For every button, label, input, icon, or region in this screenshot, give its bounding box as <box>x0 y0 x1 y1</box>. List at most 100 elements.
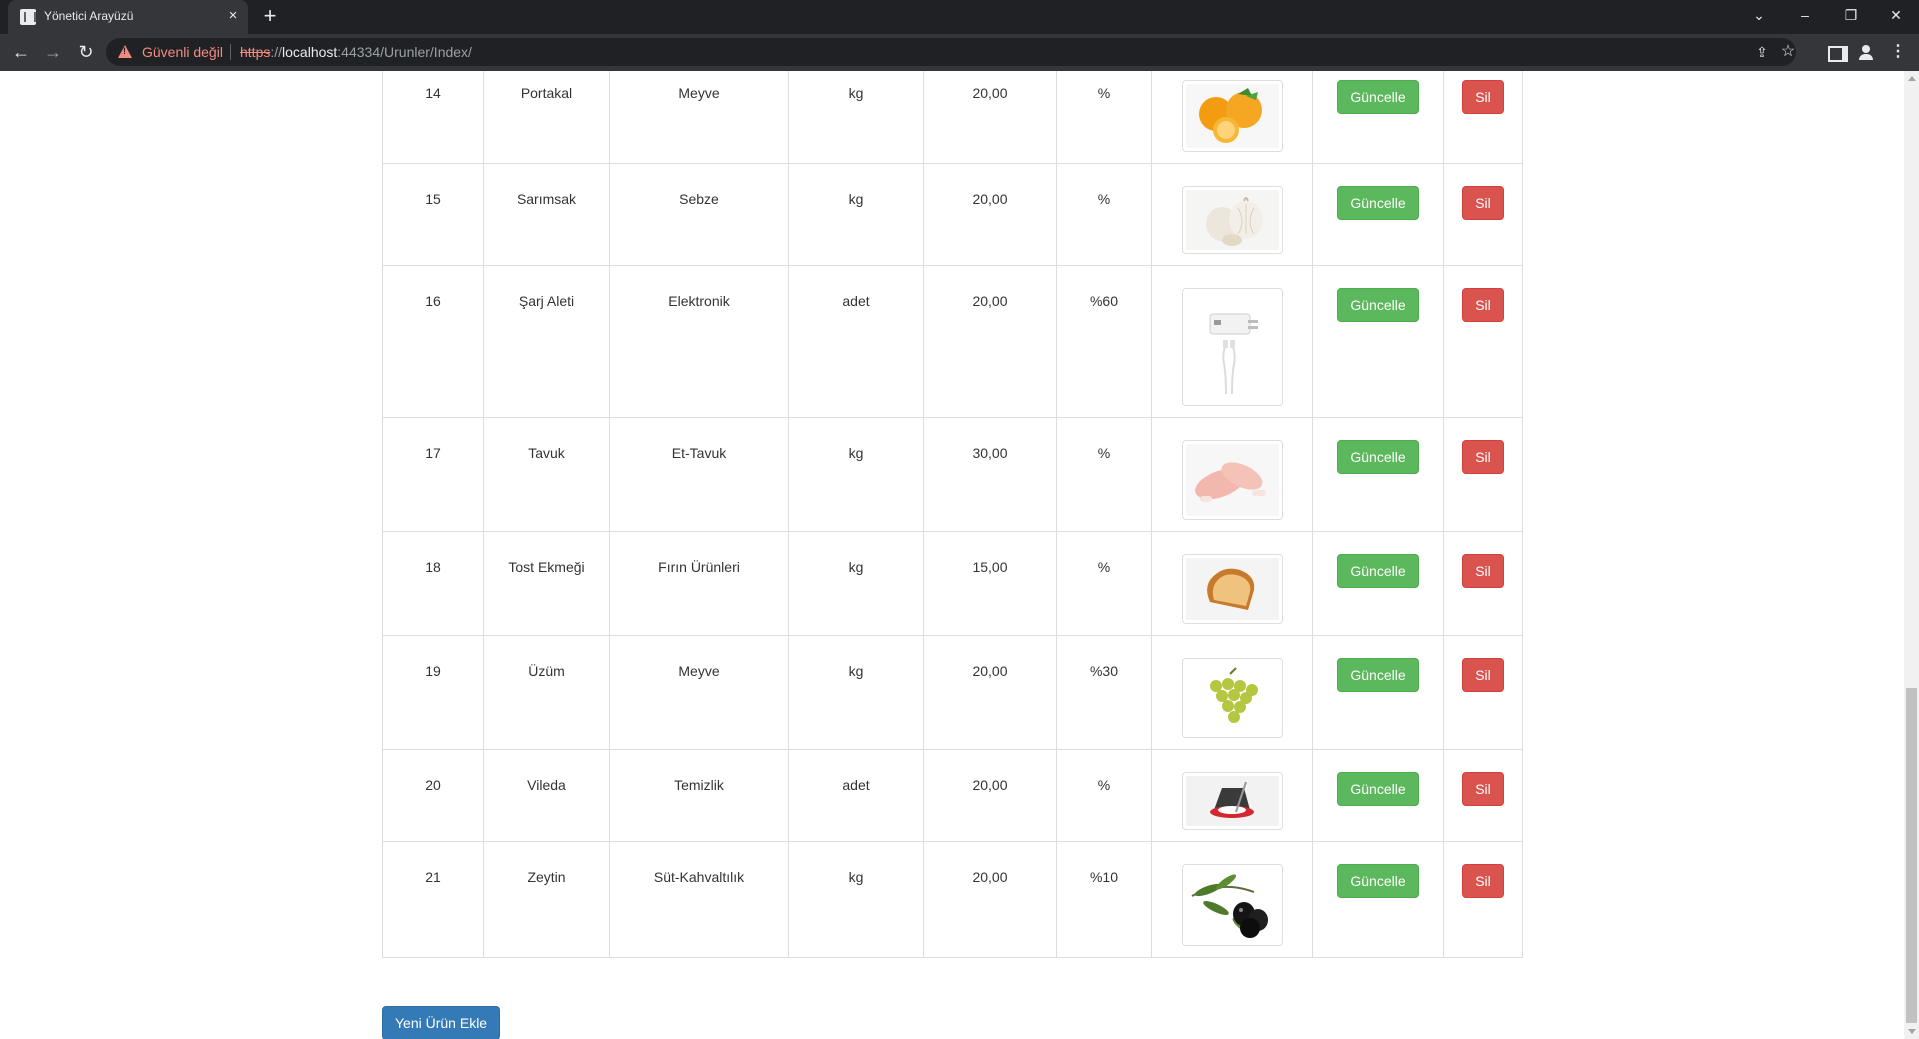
update-button[interactable]: Güncelle <box>1337 440 1419 474</box>
update-button[interactable]: Güncelle <box>1337 288 1419 322</box>
table-row: 21 Zeytin Süt-Kahvaltılık kg 20,00 %10 Güncell… <box>382 841 1523 958</box>
new-tab-icon[interactable]: + <box>258 4 282 28</box>
table-row: 15 Sarımsak Sebze kg 20,00% Güncelle Sil <box>382 163 1523 266</box>
delete-cell: Sil <box>1443 71 1523 164</box>
security-status[interactable]: Güvenli değil <box>142 44 223 60</box>
product-thumbnail <box>1181 288 1283 406</box>
vertical-scrollbar[interactable] <box>1904 71 1919 1039</box>
product-price-cell: 20,00 <box>923 635 1057 750</box>
tab-title: Yönetici Arayüzü <box>44 9 134 23</box>
url-text[interactable]: https://localhost:44334/Urunler/Index/ <box>240 44 472 60</box>
product-unit-cell: adet <box>788 265 924 418</box>
product-id-cell: 14 <box>382 71 484 164</box>
window-restore-icon[interactable]: ❐ <box>1828 0 1874 30</box>
update-button[interactable]: Güncelle <box>1337 186 1419 220</box>
delete-button[interactable]: Sil <box>1462 864 1504 898</box>
forward-arrow-icon[interactable]: → <box>41 40 65 64</box>
product-unit-cell: kg <box>788 531 924 636</box>
window-minimize-icon[interactable]: – <box>1782 0 1828 30</box>
product-category-cell: Süt-Kahvaltılık <box>609 841 789 958</box>
update-cell: Güncelle <box>1312 265 1444 418</box>
update-cell: Güncelle <box>1312 635 1444 750</box>
product-discount-cell: %30 <box>1056 635 1152 750</box>
table-row: 18 Tost Ekmeği Fırın Ürünleri kg 15,00% Günce… <box>382 531 1523 636</box>
product-unit-cell: kg <box>788 841 924 958</box>
product-discount-cell: %60 <box>1056 265 1152 418</box>
update-cell: Güncelle <box>1312 71 1444 164</box>
product-category-cell: Fırın Ürünleri <box>609 531 789 636</box>
update-cell: Güncelle <box>1312 417 1444 532</box>
product-thumbnail <box>1181 440 1283 520</box>
bookmark-star-icon[interactable]: ☆ <box>1778 42 1798 62</box>
product-discount-cell: % <box>1056 749 1152 842</box>
delete-button[interactable]: Sil <box>1462 658 1504 692</box>
update-button[interactable]: Güncelle <box>1337 554 1419 588</box>
product-name-cell: Şarj Aleti <box>483 265 610 418</box>
scroll-up-arrow-icon[interactable] <box>1908 76 1916 81</box>
delete-button[interactable]: Sil <box>1462 288 1504 322</box>
product-category-cell: Meyve <box>609 635 789 750</box>
update-button[interactable]: Güncelle <box>1337 658 1419 692</box>
url-separator: :// <box>270 44 283 60</box>
products-table: 14 Portakal Meyve kg 20,00% Güncelle Sil 15 Sarı… <box>382 71 1523 958</box>
reload-icon[interactable]: ↻ <box>74 40 98 64</box>
product-price-cell: 20,00 <box>923 841 1057 958</box>
delete-cell: Sil <box>1443 531 1523 636</box>
delete-button[interactable]: Sil <box>1462 80 1504 114</box>
delete-cell: Sil <box>1443 841 1523 958</box>
product-id-cell: 21 <box>382 841 484 958</box>
product-image-cell <box>1151 417 1313 532</box>
kebab-menu-icon[interactable]: ⋮ <box>1887 41 1909 63</box>
delete-button[interactable]: Sil <box>1462 772 1504 806</box>
product-image-cell <box>1151 71 1313 164</box>
browser-tab-active[interactable]: Yönetici Arayüzü × <box>8 0 248 34</box>
delete-cell: Sil <box>1443 265 1523 418</box>
back-arrow-icon[interactable]: ← <box>9 40 33 64</box>
delete-button[interactable]: Sil <box>1462 440 1504 474</box>
product-category-cell: Temizlik <box>609 749 789 842</box>
delete-cell: Sil <box>1443 635 1523 750</box>
table-row: 20 Vileda Temizlik adet 20,00% Güncelle Sil <box>382 749 1523 842</box>
scrollbar-thumb[interactable] <box>1906 688 1917 1023</box>
product-unit-cell: kg <box>788 71 924 164</box>
warning-triangle-icon[interactable] <box>118 45 132 58</box>
product-category-cell: Et-Tavuk <box>609 417 789 532</box>
address-bar[interactable]: Güvenli değil https://localhost:44334/Ur… <box>106 38 1796 66</box>
update-button[interactable]: Güncelle <box>1337 80 1419 114</box>
delete-button[interactable]: Sil <box>1462 554 1504 588</box>
product-unit-cell: kg <box>788 635 924 750</box>
update-cell: Güncelle <box>1312 841 1444 958</box>
product-image-charger <box>1185 292 1279 402</box>
product-image-cell <box>1151 635 1313 750</box>
product-name-cell: Üzüm <box>483 635 610 750</box>
tab-close-icon[interactable]: × <box>223 6 243 26</box>
product-name-cell: Tavuk <box>483 417 610 532</box>
product-name-cell: Sarımsak <box>483 163 610 266</box>
product-id-cell: 19 <box>382 635 484 750</box>
scroll-down-arrow-icon[interactable] <box>1908 1029 1916 1034</box>
product-image-chicken <box>1185 444 1279 516</box>
product-category-cell: Sebze <box>609 163 789 266</box>
url-scheme: https <box>240 44 271 60</box>
product-price-cell: 20,00 <box>923 71 1057 164</box>
browser-toolbar: ← → ↻ Güvenli değil https://localhost:44… <box>0 34 1919 71</box>
delete-cell: Sil <box>1443 749 1523 842</box>
add-product-button[interactable]: Yeni Ürün Ekle <box>382 1006 501 1039</box>
profile-avatar-icon[interactable] <box>1855 41 1877 63</box>
product-name-cell: Portakal <box>483 71 610 164</box>
delete-button[interactable]: Sil <box>1462 186 1504 220</box>
delete-cell: Sil <box>1443 163 1523 266</box>
share-icon[interactable]: ⇪ <box>1752 42 1772 62</box>
product-thumbnail <box>1181 772 1283 830</box>
product-image-cell <box>1151 749 1313 842</box>
side-panel-icon[interactable] <box>1823 41 1848 63</box>
tab-search-chevron-icon[interactable]: ⌄ <box>1736 0 1782 30</box>
window-close-icon[interactable]: ✕ <box>1873 0 1919 30</box>
update-button[interactable]: Güncelle <box>1337 772 1419 806</box>
product-thumbnail <box>1181 80 1283 152</box>
product-discount-cell: % <box>1056 71 1152 164</box>
update-button[interactable]: Güncelle <box>1337 864 1419 898</box>
product-image-garlic <box>1185 190 1279 250</box>
product-image-orange <box>1185 84 1279 148</box>
product-price-cell: 15,00 <box>923 531 1057 636</box>
